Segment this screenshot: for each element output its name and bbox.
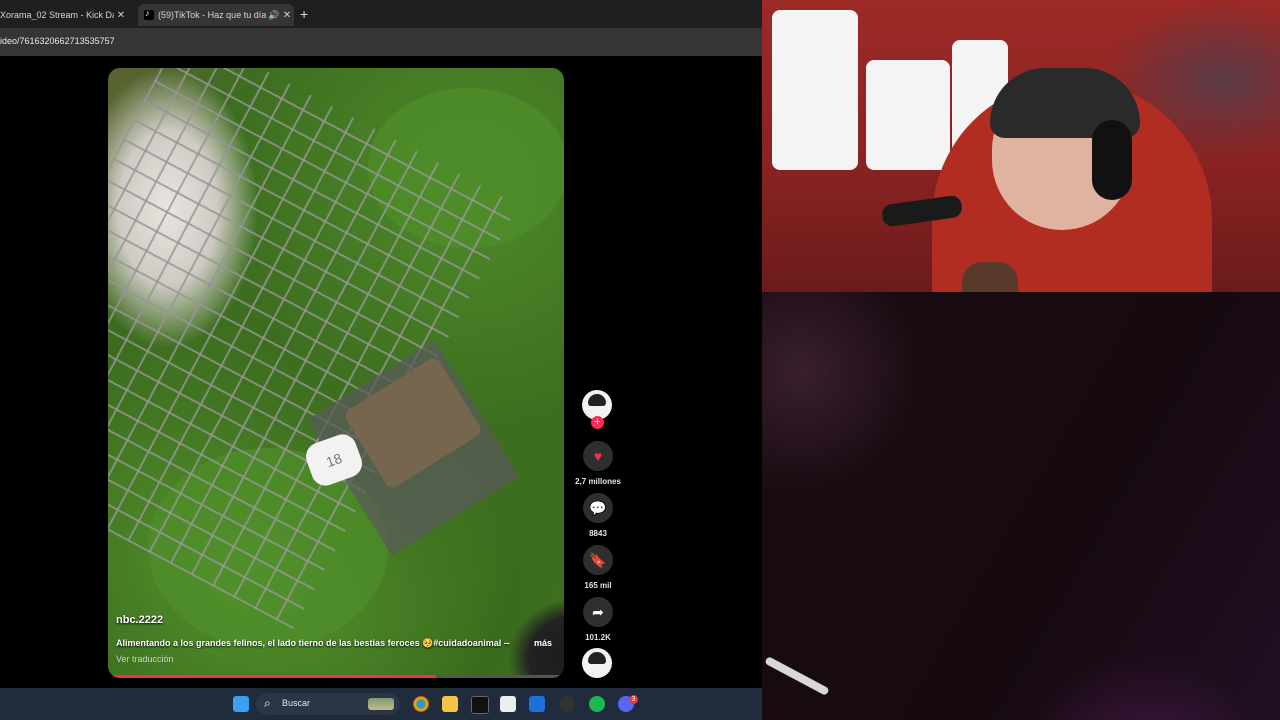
close-icon[interactable]: ✕: [114, 10, 128, 21]
search-icon: ⌕: [264, 696, 271, 710]
comment-icon: 💬: [589, 499, 607, 516]
video-progress-fill: [108, 675, 437, 678]
follow-button[interactable]: +: [591, 416, 604, 429]
jersey: [772, 10, 858, 170]
new-tab-button[interactable]: +: [300, 6, 308, 22]
dark-overlay-area: [762, 292, 1280, 720]
chrome-icon[interactable]: [413, 696, 429, 712]
notification-badge: 3: [629, 695, 638, 704]
close-icon[interactable]: ✕: [280, 10, 294, 21]
taskbar-search[interactable]: ⌕ Buscar: [256, 693, 400, 715]
save-button[interactable]: 🔖: [583, 545, 613, 575]
windows-start-icon[interactable]: [233, 696, 249, 712]
like-button[interactable]: ♥: [583, 441, 613, 471]
comment-count: 8843: [589, 529, 607, 538]
speaker-icon[interactable]: 🔊: [268, 10, 280, 21]
translate-link[interactable]: Ver traducción: [116, 654, 174, 664]
mate-cup: [962, 262, 1018, 292]
spotify-icon[interactable]: [589, 696, 605, 712]
epic-games-icon[interactable]: [471, 696, 489, 714]
comment-button[interactable]: 💬: [583, 493, 613, 523]
address-bar[interactable]: ideo/7616320662713535757: [0, 28, 762, 56]
heart-icon: ♥: [593, 448, 603, 464]
like-count: 2,7 millones: [575, 477, 621, 486]
tiktok-video[interactable]: 18 nbc.2222 Alimentando a los grandes fe…: [108, 68, 564, 678]
app-icon[interactable]: [529, 696, 545, 712]
share-button[interactable]: ➦: [583, 597, 613, 627]
capcut-icon[interactable]: [500, 696, 516, 712]
video-author[interactable]: nbc.2222: [116, 614, 163, 626]
bookmark-icon: 🔖: [589, 551, 607, 568]
tab-title: Xorama_02 Stream - Kick Dashb: [0, 10, 114, 20]
more-link[interactable]: más: [534, 638, 552, 648]
sound-avatar[interactable]: [582, 648, 612, 678]
tab-title: (59)TikTok - Haz que tu día: [158, 10, 267, 20]
share-icon: ➦: [592, 603, 604, 620]
file-explorer-icon[interactable]: [442, 696, 458, 712]
url-text[interactable]: ideo/7616320662713535757: [0, 36, 115, 46]
windows-taskbar: ⌕ Buscar: [0, 688, 762, 720]
tab-bar: Xorama_02 Stream - Kick Dashb ✕ (59)TikT…: [0, 0, 762, 28]
search-highlight-image: [368, 698, 394, 710]
share-count: 101.2K: [585, 633, 611, 642]
tiktok-icon: [144, 8, 154, 20]
browser-window: Xorama_02 Stream - Kick Dashb ✕ (59)TikT…: [0, 0, 762, 720]
tab-tiktok[interactable]: (59)TikTok - Haz que tu día 🔊 ✕: [138, 4, 294, 26]
search-label: Buscar: [282, 698, 311, 708]
jersey: [866, 60, 950, 170]
video-caption: Alimentando a los grandes felinos, el la…: [116, 638, 510, 648]
tab-kick-dashboard[interactable]: Xorama_02 Stream - Kick Dashb ✕: [0, 4, 128, 26]
webcam-feed: [762, 0, 1280, 292]
headphones: [1092, 120, 1132, 200]
obs-icon[interactable]: [559, 696, 575, 712]
video-progress-bar[interactable]: [108, 675, 564, 678]
save-count: 165 mil: [584, 581, 612, 590]
cable: [764, 656, 830, 696]
